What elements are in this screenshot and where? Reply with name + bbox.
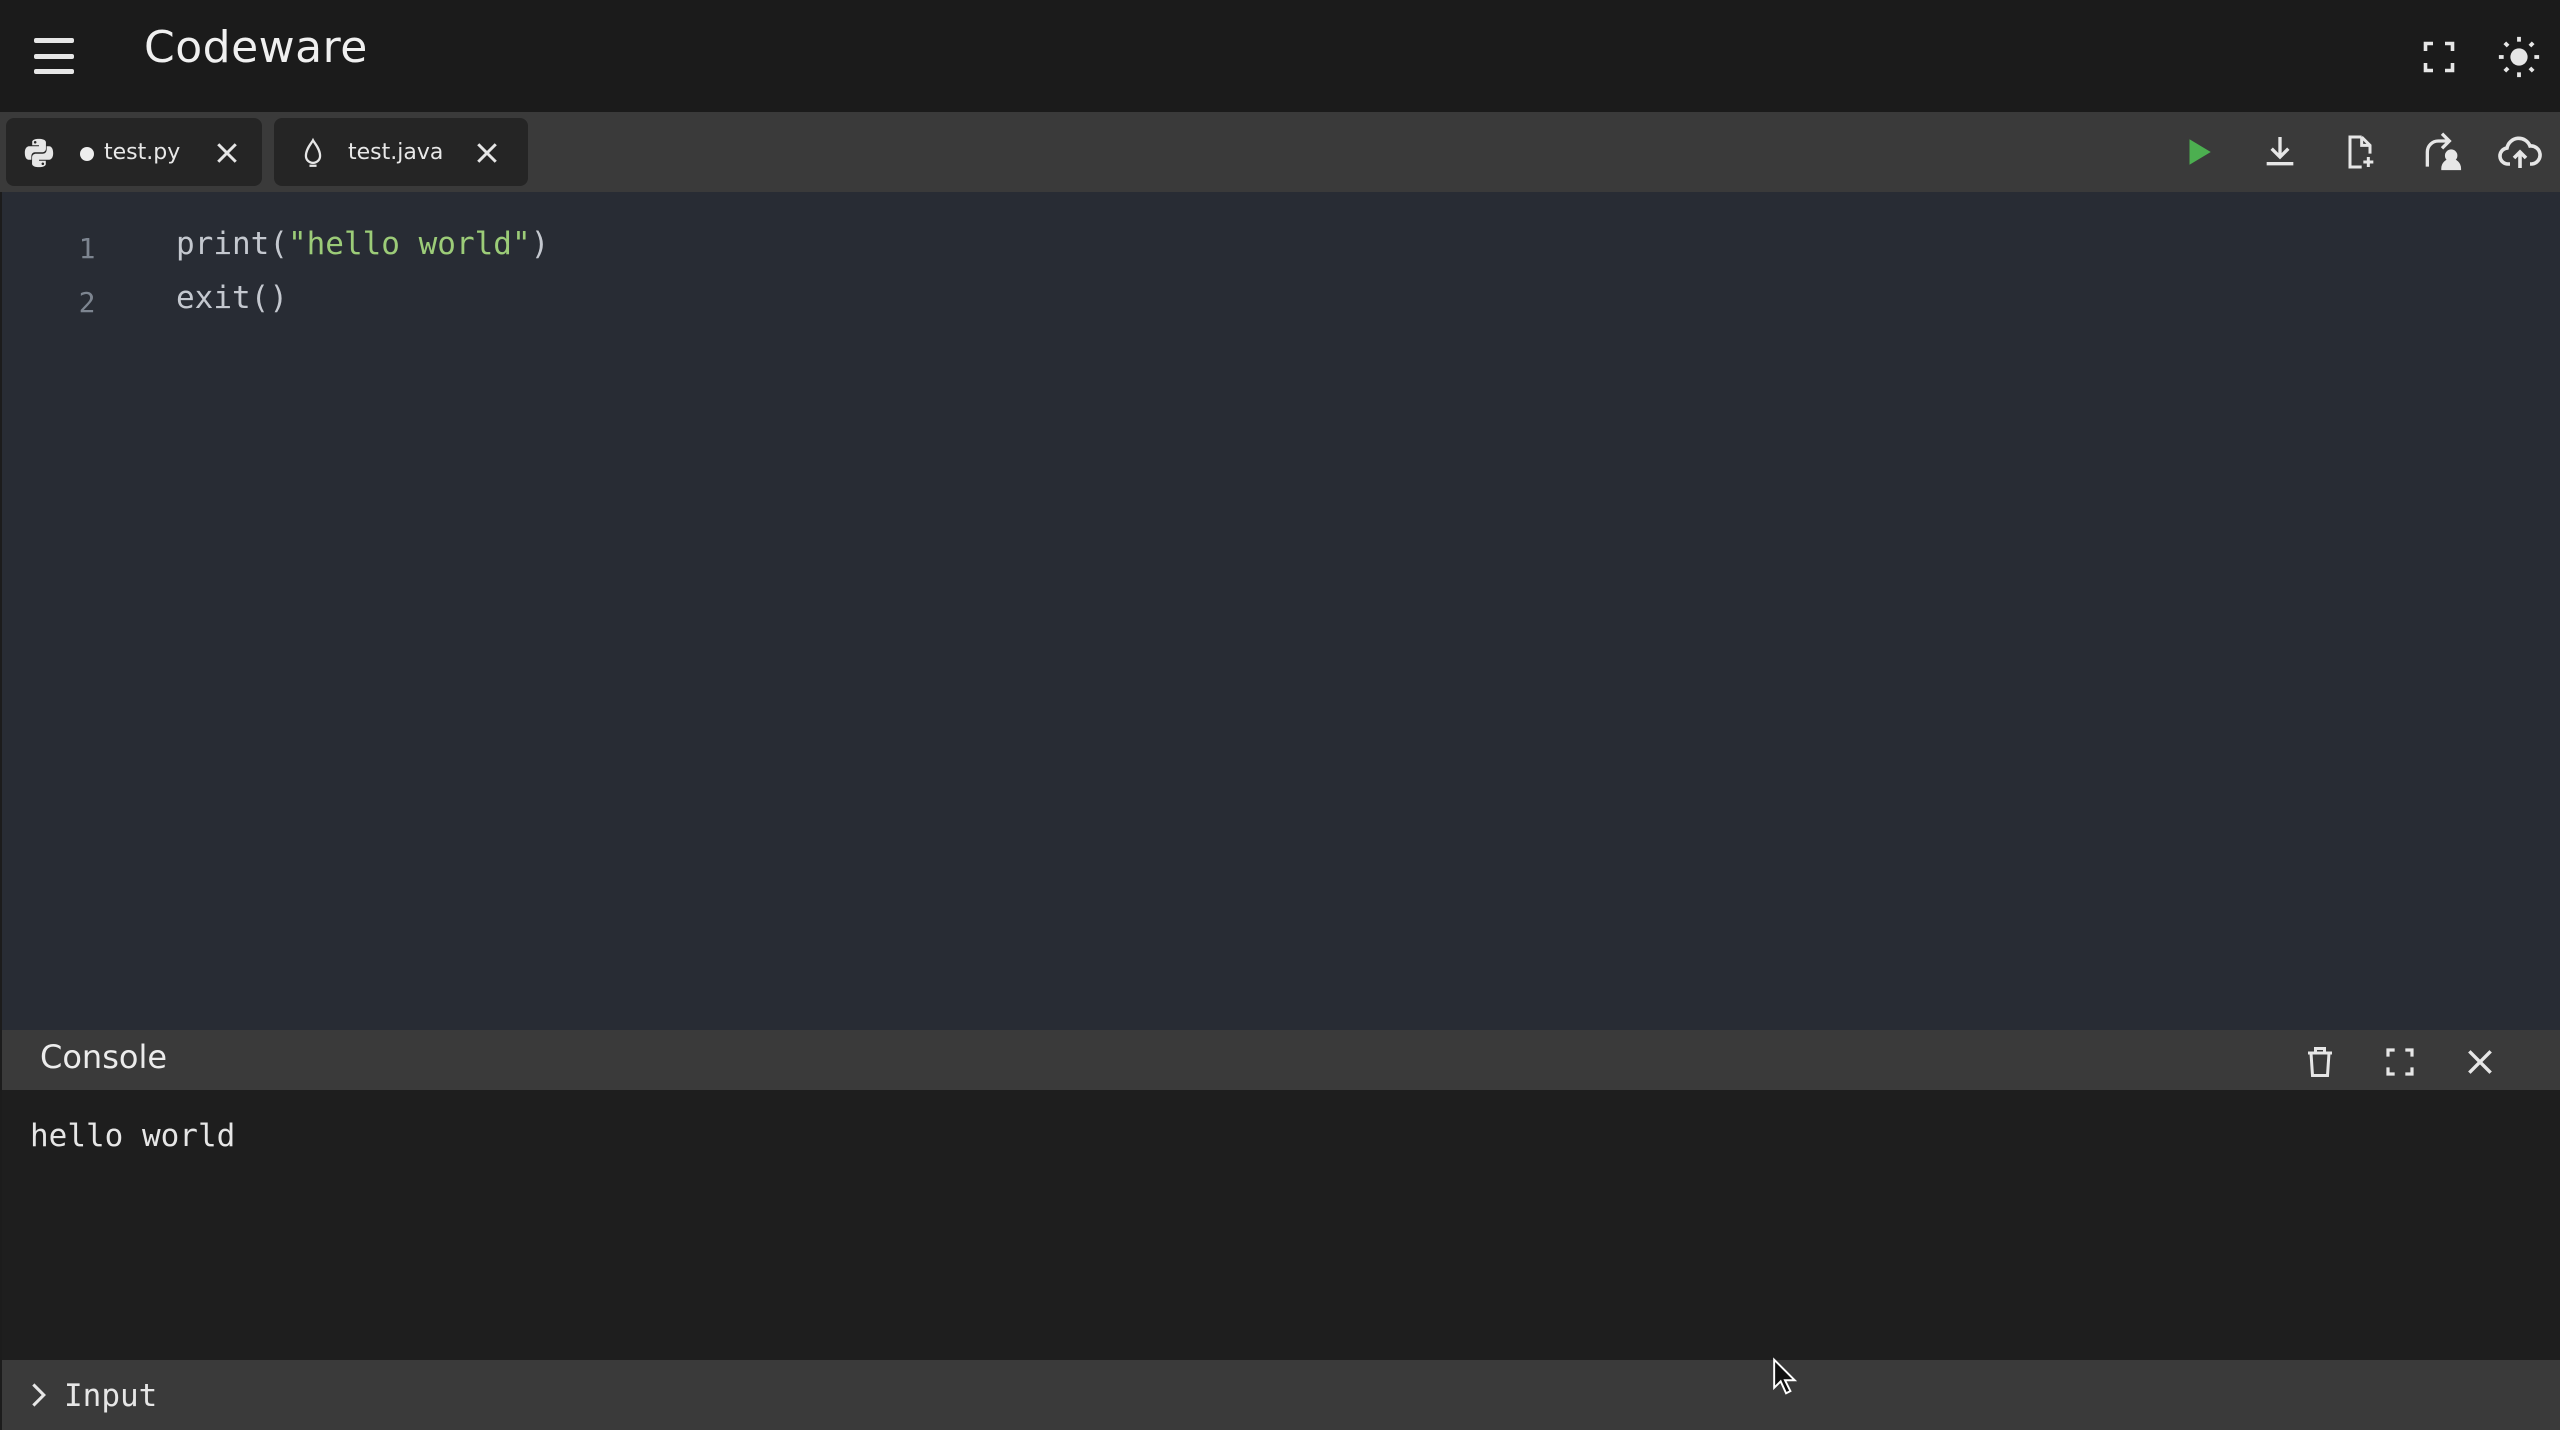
unsaved-dot [80, 147, 94, 161]
code-editor[interactable]: 1 print("hello world") 2 exit() [2, 192, 2560, 1030]
tab-test-java[interactable]: test.java [274, 118, 528, 186]
sun-icon[interactable] [2494, 32, 2544, 82]
new-file-icon[interactable] [2334, 126, 2386, 178]
console-output-text: hello world [30, 1118, 236, 1154]
python-icon [24, 138, 54, 168]
code-text[interactable]: print("hello world") [176, 226, 549, 262]
menu-icon[interactable] [34, 38, 78, 74]
console-input[interactable] [62, 1372, 2466, 1420]
fullscreen-icon[interactable] [2414, 32, 2464, 82]
tab-label: test.py [104, 140, 181, 165]
console-output-panel: hello world [2, 1090, 2560, 1360]
code-line: 2 exit() [2, 272, 2560, 326]
fullscreen-icon[interactable] [2378, 1040, 2422, 1084]
console-title: Console [40, 1038, 168, 1076]
play-icon[interactable] [2172, 126, 2224, 178]
line-number: 1 [78, 232, 96, 265]
trash-icon[interactable] [2298, 1040, 2342, 1084]
tab-test-py[interactable]: test.py [6, 118, 262, 186]
mouse-cursor-icon [1773, 1357, 1798, 1395]
app-title: Codeware [144, 22, 368, 73]
share-icon[interactable] [2416, 126, 2468, 178]
chevron-right-icon [32, 1383, 46, 1407]
top-app-bar: Codeware [0, 0, 2560, 112]
java-icon [304, 137, 322, 167]
close-icon[interactable] [212, 138, 242, 168]
line-number: 2 [78, 286, 96, 319]
console-input-bar [2, 1360, 2560, 1430]
console-header: Console [2, 1030, 2560, 1090]
close-icon[interactable] [2458, 1040, 2502, 1084]
download-icon[interactable] [2254, 126, 2306, 178]
code-text[interactable]: exit() [176, 280, 288, 316]
cloud-upload-icon[interactable] [2494, 126, 2546, 178]
code-line: 1 print("hello world") [2, 218, 2560, 272]
tab-label: test.java [348, 140, 444, 165]
close-icon[interactable] [472, 138, 502, 168]
app-window: Codeware test.py test.java 1 print("hell… [0, 0, 2560, 1430]
